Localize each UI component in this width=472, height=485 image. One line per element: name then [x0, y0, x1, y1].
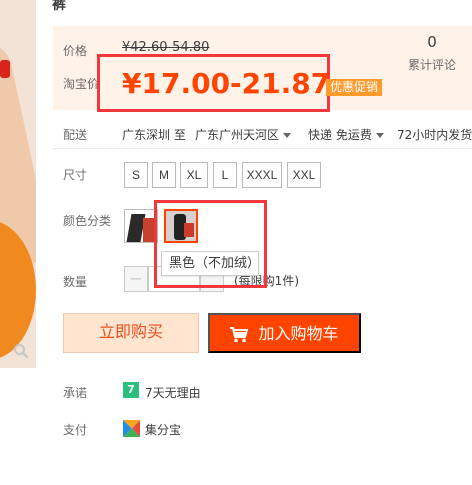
quantity-decrease-button[interactable]: −: [124, 266, 148, 292]
size-option-xxl[interactable]: XXL: [287, 162, 321, 188]
review-count-label[interactable]: 累计评论: [408, 56, 456, 73]
shipping-from: 广东深圳 至: [122, 128, 186, 142]
size-option-xl[interactable]: XL: [180, 162, 208, 188]
product-title: 裤: [52, 0, 66, 13]
shipping-method-text: 快递 免运费: [308, 128, 372, 142]
chevron-down-icon: [375, 133, 384, 138]
product-image[interactable]: [0, 0, 36, 368]
jifenbao-icon: [123, 420, 140, 437]
chevron-down-icon: [283, 133, 292, 138]
product-image-detail: [0, 60, 10, 78]
shipping-destination[interactable]: 广东广州天河区: [195, 126, 292, 143]
shipping-method[interactable]: 快递 免运费: [308, 126, 384, 143]
taobao-price-label: 淘宝价: [63, 77, 100, 91]
cart-icon: [230, 326, 249, 343]
shipping-label: 配送: [63, 128, 88, 142]
price-label: 价格: [63, 44, 88, 58]
payment-label: 支付: [63, 423, 88, 437]
zoom-icon[interactable]: [13, 343, 29, 359]
size-option-l[interactable]: L: [213, 162, 237, 188]
quantity-label: 数量: [63, 275, 88, 289]
taobao-price: ¥17.00-21.87: [122, 67, 331, 100]
add-to-cart-button[interactable]: 加入购物车: [208, 313, 361, 353]
color-highlight-box: [154, 200, 267, 288]
buy-now-button[interactable]: 立即购买: [63, 313, 199, 353]
size-option-s[interactable]: S: [124, 162, 148, 188]
original-price: ¥42.60-54.80: [122, 40, 210, 55]
size-label: 尺寸: [63, 168, 88, 182]
divider: [53, 148, 472, 149]
promo-badge[interactable]: 优惠促销: [326, 79, 383, 96]
seven-day-return-icon: 7: [123, 382, 139, 398]
size-option-m[interactable]: M: [152, 162, 176, 188]
size-option-xxxl[interactable]: XXXL: [242, 162, 282, 188]
shipping-destination-text: 广东广州天河区: [195, 128, 280, 142]
color-option-1[interactable]: [124, 209, 158, 243]
color-label: 颜色分类: [63, 214, 112, 228]
promise-label: 承诺: [63, 386, 88, 400]
promise-text[interactable]: 7天无理由: [145, 384, 201, 401]
delivery-time: 72小时内发货: [397, 128, 472, 142]
add-to-cart-label: 加入购物车: [258, 326, 339, 343]
review-count[interactable]: 0: [424, 33, 440, 51]
payment-text[interactable]: 集分宝: [145, 421, 181, 438]
